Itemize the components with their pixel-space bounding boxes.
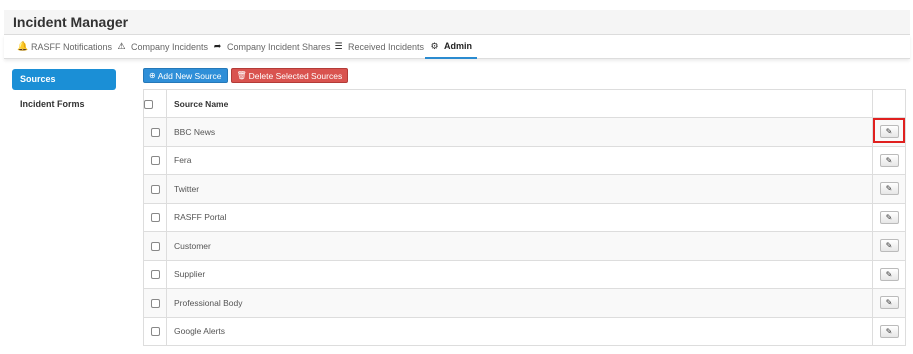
trash-icon: 🗑 xyxy=(236,71,247,80)
edit-icon: ✎ xyxy=(885,269,893,279)
source-name: Customer xyxy=(166,231,873,261)
select-all-cell xyxy=(143,89,167,118)
source-name: Professional Body xyxy=(166,288,873,318)
edit-icon: ✎ xyxy=(885,155,893,165)
row-checkbox[interactable] xyxy=(150,156,160,166)
admin-sidebar: Sources Incident Forms xyxy=(12,69,116,115)
edit-button[interactable]: ✎ xyxy=(879,182,899,196)
row-checkbox[interactable] xyxy=(150,270,160,280)
source-name-header: Source Name xyxy=(166,89,873,118)
edit-icon: ✎ xyxy=(885,298,893,308)
row-checkbox[interactable] xyxy=(150,327,160,337)
table-row: Supplier ✎ xyxy=(143,259,906,289)
list-icon: ☰ xyxy=(334,41,343,51)
tab-label: Admin xyxy=(444,41,472,51)
source-name: Twitter xyxy=(166,174,873,204)
gear-icon: ⚙ xyxy=(430,40,439,51)
sidebar-item-sources[interactable]: Sources xyxy=(12,69,116,90)
tab-admin[interactable]: ⚙ Admin xyxy=(425,35,477,59)
actions-header xyxy=(872,89,906,118)
tab-company-incidents[interactable]: ⚠ Company Incidents xyxy=(117,35,208,58)
main-tabs: 🔔 RASFF Notifications ⚠ Company Incident… xyxy=(4,35,910,59)
row-checkbox[interactable] xyxy=(150,213,160,223)
sidebar-item-incident-forms[interactable]: Incident Forms xyxy=(12,94,116,115)
edit-button[interactable]: ✎ xyxy=(879,153,899,167)
sources-table: Source Name BBC News ✎ Fera ✎ Twitter ✎ … xyxy=(143,89,906,346)
plus-circle-icon: ⊕ xyxy=(149,71,156,80)
row-checkbox[interactable] xyxy=(150,298,160,308)
row-checkbox[interactable] xyxy=(150,127,160,137)
warning-icon: ⚠ xyxy=(117,41,126,51)
table-row: Google Alerts ✎ xyxy=(143,316,906,346)
table-row: Fera ✎ xyxy=(143,145,906,175)
row-checkbox[interactable] xyxy=(150,241,160,251)
app-header: Incident Manager xyxy=(4,10,910,35)
edit-button[interactable]: ✎ xyxy=(879,239,899,253)
table-row: Professional Body ✎ xyxy=(143,288,906,318)
source-name: Google Alerts xyxy=(166,316,873,346)
source-name: Fera xyxy=(166,145,873,175)
edit-icon: ✎ xyxy=(885,326,893,336)
app-title: Incident Manager xyxy=(13,14,129,30)
add-new-source-button[interactable]: ⊕ Add New Source xyxy=(143,68,228,83)
tab-received-incidents[interactable]: ☰ Received Incidents xyxy=(334,35,424,58)
toolbar: ⊕ Add New Source 🗑 Delete Selected Sourc… xyxy=(143,68,349,83)
add-new-source-label: Add New Source xyxy=(157,70,222,81)
row-checkbox[interactable] xyxy=(150,184,160,194)
edit-icon: ✎ xyxy=(885,241,893,251)
tab-label: Company Incidents xyxy=(131,41,209,52)
table-row: Twitter ✎ xyxy=(143,174,906,204)
tab-label: RASFF Notifications xyxy=(31,41,113,52)
tab-label: Company Incident Shares xyxy=(227,41,331,52)
edit-button[interactable]: ✎ xyxy=(879,324,899,338)
bell-icon: 🔔 xyxy=(17,41,29,51)
edit-icon: ✎ xyxy=(885,184,893,194)
source-name: RASFF Portal xyxy=(166,202,873,232)
delete-selected-sources-button[interactable]: 🗑 Delete Selected Sources xyxy=(230,68,349,83)
tab-rasff-notifications[interactable]: 🔔 RASFF Notifications xyxy=(17,35,112,58)
source-name: BBC News xyxy=(166,117,873,147)
edit-button-highlight xyxy=(873,118,905,143)
delete-selected-sources-label: Delete Selected Sources xyxy=(248,70,343,81)
edit-button[interactable]: ✎ xyxy=(879,267,899,281)
tab-label: Received Incidents xyxy=(348,41,425,52)
table-row: Customer ✎ xyxy=(143,231,906,261)
source-name: Supplier xyxy=(166,259,873,289)
table-row: RASFF Portal ✎ xyxy=(143,202,906,232)
share-icon: ➦ xyxy=(213,41,222,51)
edit-icon: ✎ xyxy=(885,212,893,222)
tab-company-incident-shares[interactable]: ➦ Company Incident Shares xyxy=(213,35,331,58)
edit-button[interactable]: ✎ xyxy=(879,296,899,310)
select-all-checkbox[interactable] xyxy=(144,99,153,109)
table-row: BBC News ✎ xyxy=(143,117,906,147)
table-header-row: Source Name xyxy=(143,89,906,118)
edit-button[interactable]: ✎ xyxy=(879,210,899,224)
